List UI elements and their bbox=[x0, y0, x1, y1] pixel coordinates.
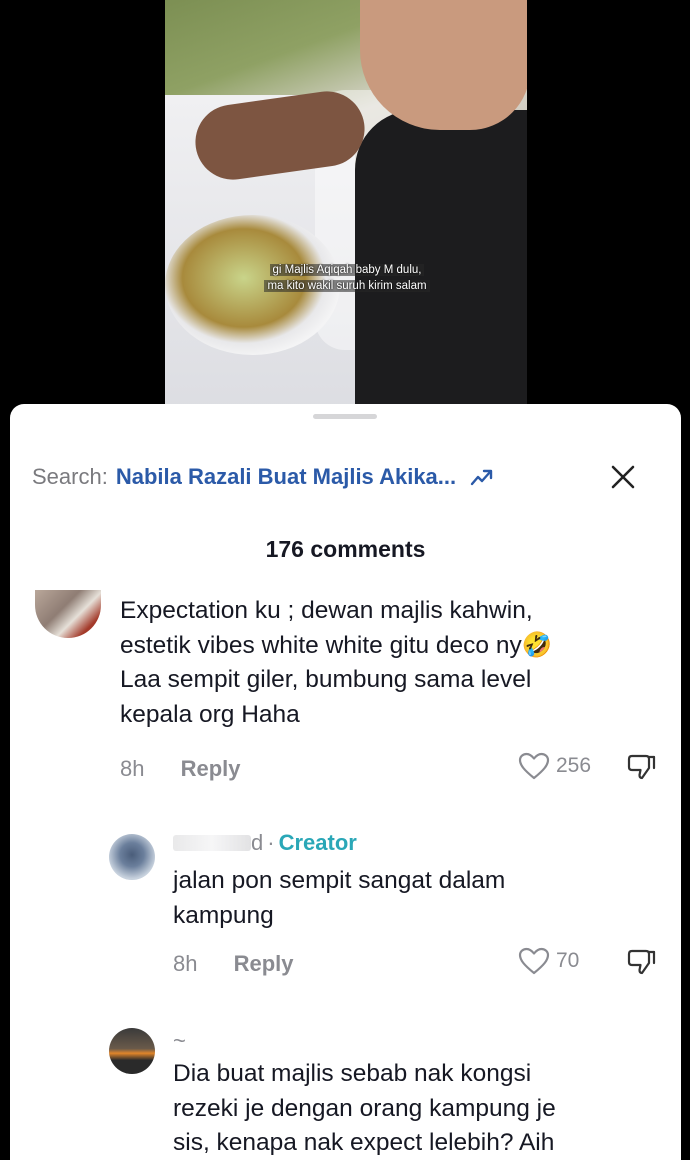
separator: · bbox=[267, 830, 275, 855]
redacted-username bbox=[173, 835, 251, 851]
comment-line: Laa sempit giler, bumbung sama level bbox=[120, 666, 532, 693]
video-preview[interactable]: gi Majlis Aqiqah baby M dulu, ma kito wa… bbox=[165, 0, 527, 404]
creator-badge: Creator bbox=[278, 830, 357, 855]
heart-icon bbox=[518, 752, 550, 780]
search-query-link[interactable]: Nabila Razali Buat Majlis Akika... bbox=[116, 464, 456, 490]
avatar[interactable] bbox=[109, 1028, 155, 1074]
comment-line: jalan pon sempit sangat dalam bbox=[173, 867, 506, 894]
reply-button[interactable]: Reply bbox=[234, 951, 294, 976]
comment-time: 8h bbox=[173, 951, 198, 976]
comment-meta: 8h Reply bbox=[173, 951, 294, 977]
trending-icon bbox=[470, 469, 493, 486]
like-button[interactable]: 70 bbox=[518, 947, 579, 975]
heart-icon bbox=[518, 947, 550, 975]
reply-author: d · Creator bbox=[173, 830, 357, 856]
dislike-icon[interactable] bbox=[626, 752, 656, 782]
username-suffix: d bbox=[251, 830, 264, 855]
video-caption-line-1: gi Majlis Aqiqah baby M dulu, bbox=[269, 264, 425, 276]
comment-line: estetik vibes white white gitu deco ny🤣 bbox=[120, 631, 553, 659]
like-count: 70 bbox=[556, 949, 580, 972]
search-suggestion[interactable]: Search: Nabila Razali Buat Majlis Akika.… bbox=[32, 460, 662, 494]
comment-line: sis, kenapa nak expect lelebih? Aih bbox=[173, 1129, 555, 1156]
video-caption-line-2: ma kito wakil suruh kirim salam bbox=[264, 280, 430, 292]
like-count: 256 bbox=[556, 754, 592, 777]
reply-author: ~ bbox=[173, 1028, 186, 1054]
comment-text: Dia buat majlis sebab nak kongsi rezeki … bbox=[173, 1057, 556, 1160]
like-button[interactable]: 256 bbox=[518, 752, 591, 780]
comment-text: jalan pon sempit sangat dalam kampung bbox=[173, 864, 505, 933]
comments-count: 176 comments bbox=[265, 536, 426, 562]
close-icon bbox=[611, 465, 635, 489]
dislike-icon[interactable] bbox=[626, 947, 656, 977]
person-shirt bbox=[355, 110, 527, 404]
avatar[interactable] bbox=[35, 590, 101, 638]
comment-line: Dia buat majlis sebab nak kongsi bbox=[173, 1060, 532, 1087]
comment-meta: 8h Reply bbox=[120, 756, 241, 782]
drag-handle[interactable] bbox=[313, 414, 377, 419]
comment-line: Expectation ku ; dewan majlis kahwin, bbox=[120, 597, 533, 624]
comments-sheet: Search: Nabila Razali Buat Majlis Akika.… bbox=[10, 404, 681, 1160]
reply-button[interactable]: Reply bbox=[181, 756, 241, 781]
comment-text: Expectation ku ; dewan majlis kahwin, es… bbox=[120, 594, 552, 732]
video-caption: gi Majlis Aqiqah baby M dulu, ma kito wa… bbox=[237, 262, 457, 294]
comment-time: 8h bbox=[120, 756, 145, 781]
search-prefix: Search: bbox=[32, 464, 108, 489]
comment-line: rezeki je dengan orang kampung je bbox=[173, 1094, 556, 1122]
comment-line: kampung bbox=[173, 901, 274, 929]
username: ~ bbox=[173, 1028, 186, 1053]
avatar[interactable] bbox=[109, 834, 155, 880]
comment-line: kepala org Haha bbox=[120, 700, 300, 728]
close-button[interactable] bbox=[606, 460, 640, 494]
